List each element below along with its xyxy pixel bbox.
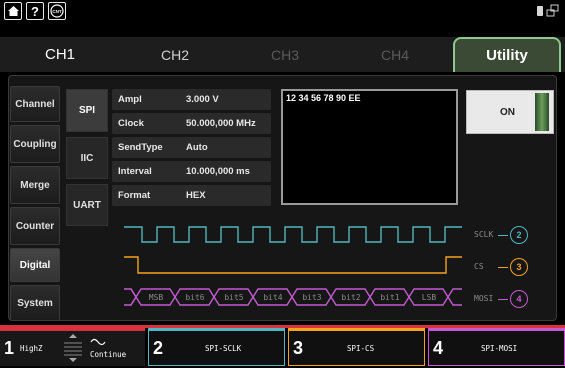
- mosi-bit-label: bit2: [341, 293, 361, 302]
- cs-waveform: [124, 256, 462, 274]
- ch1-number: 1: [4, 338, 15, 358]
- mosi-waveform: [124, 288, 462, 306]
- mosi-bit-label: bit6: [185, 293, 205, 302]
- waveform-display: [124, 226, 462, 306]
- mosi-label: MOSI: [474, 294, 494, 303]
- ch2-status-panel[interactable]: 2 SPI-SCLK: [148, 328, 285, 366]
- sclk-connector: [498, 235, 508, 236]
- mosi-connector: [498, 299, 508, 300]
- mosi-bit-label: bit4: [263, 293, 283, 302]
- mosi-channel-badge: 4: [510, 290, 528, 308]
- ch2-label: SPI-SCLK: [205, 344, 242, 353]
- mosi-bit-label: MSB: [148, 293, 164, 302]
- mosi-bit-label: LSB: [421, 293, 437, 302]
- mosi-bit-label: bit3: [302, 293, 322, 302]
- ch3-status-panel[interactable]: 3 SPI-CS: [288, 328, 425, 366]
- mosi-bit-label: bit1: [380, 293, 400, 302]
- ch4-status-panel[interactable]: 4 SPI-MOSI: [428, 328, 565, 366]
- ch4-label: SPI-MOSI: [481, 344, 518, 353]
- sclk-waveform: [124, 226, 462, 243]
- ch2-number: 2: [153, 338, 164, 358]
- sclk-label: SCLK: [474, 230, 494, 239]
- ch1-status-panel[interactable]: 1 HighZ Continue: [0, 328, 145, 366]
- ch3-label: SPI-CS: [347, 344, 375, 353]
- cs-channel-badge: 3: [510, 258, 528, 276]
- sclk-channel-badge: 2: [510, 226, 528, 244]
- mosi-bit-label: bit5: [224, 293, 244, 302]
- ch4-number: 4: [433, 338, 444, 358]
- sine-icon: [90, 334, 106, 346]
- ch1-waveform-icon: [61, 333, 85, 363]
- ch1-mode: Continue: [90, 350, 127, 359]
- ch3-number: 3: [293, 338, 304, 358]
- ch1-impedance: HighZ: [20, 344, 43, 353]
- cs-label: CS: [474, 262, 484, 271]
- cs-connector: [498, 267, 508, 268]
